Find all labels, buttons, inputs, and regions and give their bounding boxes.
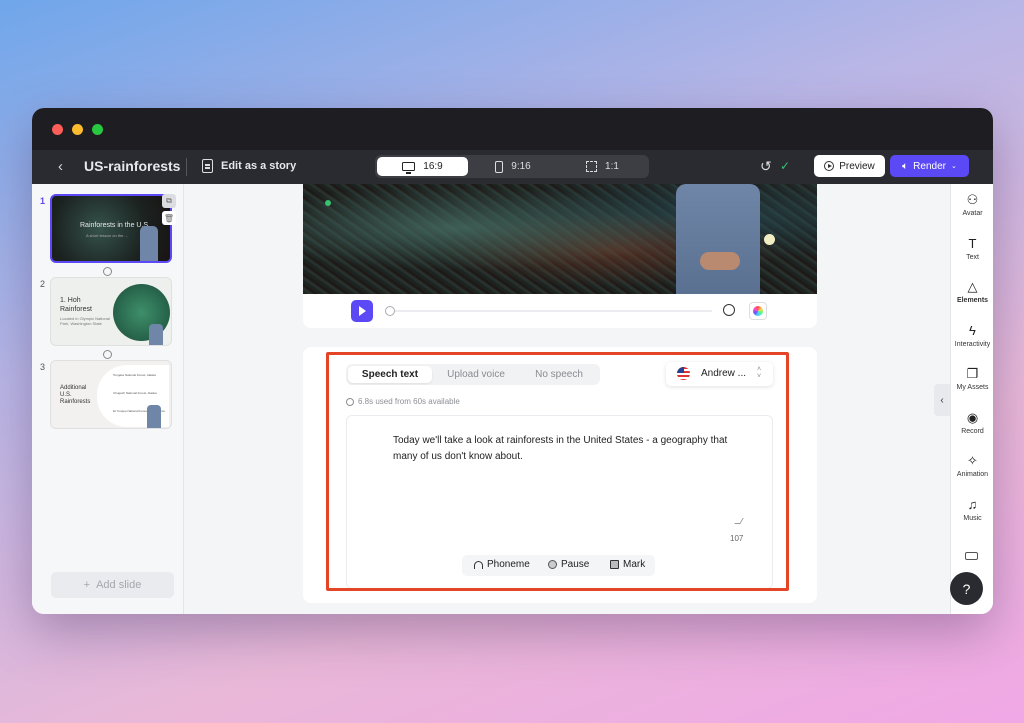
preview-label: Preview bbox=[839, 160, 875, 172]
keyboard-icon[interactable] bbox=[965, 552, 978, 560]
play-circle-icon bbox=[824, 161, 835, 171]
ratio-9-16-button[interactable]: 9:16 bbox=[468, 157, 558, 176]
ratio-1-1-button[interactable]: 1:1 bbox=[558, 157, 647, 176]
assets-icon: ❐ bbox=[966, 366, 979, 381]
slide-number: 3 bbox=[40, 362, 46, 372]
tool-label: Music bbox=[963, 515, 982, 522]
timer-icon[interactable] bbox=[723, 304, 735, 316]
slides-panel: 1 Rainforests in the U.S. A short lesson… bbox=[32, 184, 184, 614]
record-icon: ◉ bbox=[966, 410, 979, 425]
clipboard-icon[interactable] bbox=[202, 159, 213, 173]
saved-check-icon: ✓ bbox=[780, 159, 791, 173]
decor-dot bbox=[325, 200, 331, 206]
player-controls bbox=[303, 294, 817, 328]
highlight-box bbox=[326, 352, 789, 591]
slide-number: 2 bbox=[40, 279, 46, 289]
title-bar bbox=[32, 108, 993, 150]
trash-icon[interactable]: 🗑︎ bbox=[162, 211, 176, 225]
minimize-window-button[interactable] bbox=[72, 124, 83, 135]
tool-animation[interactable]: ✧ Animation bbox=[951, 453, 993, 478]
avatar bbox=[147, 405, 161, 428]
slide-subtitle: A short lesson on the ... bbox=[86, 233, 128, 238]
tool-my-assets[interactable]: ❐ My Assets bbox=[951, 366, 993, 391]
add-slide-button[interactable]: + Add slide bbox=[51, 572, 174, 598]
timeline-knob[interactable] bbox=[385, 306, 395, 316]
timeline-track[interactable] bbox=[387, 310, 712, 312]
person-icon: ⚇ bbox=[966, 192, 979, 207]
music-icon: ♫ bbox=[967, 497, 978, 512]
tool-interactivity[interactable]: ϟ Interactivity bbox=[951, 323, 993, 348]
tool-avatar[interactable]: ⚇ Avatar bbox=[951, 192, 993, 217]
collapse-panel-button[interactable]: ‹ bbox=[934, 384, 950, 416]
phone-icon bbox=[495, 160, 504, 173]
transition-icon[interactable] bbox=[103, 350, 112, 359]
sparkle-icon: ✧ bbox=[967, 453, 978, 468]
slide-title: 1. Hoh Rainforest bbox=[60, 297, 92, 313]
project-title[interactable]: US-rainforests bbox=[84, 158, 180, 174]
transition-icon[interactable] bbox=[103, 267, 112, 276]
plus-icon: + bbox=[83, 579, 91, 591]
tool-label: Elements bbox=[956, 297, 989, 304]
slide-preview[interactable] bbox=[303, 184, 817, 294]
render-button[interactable]: 🔈︎ Render ⌄ bbox=[890, 155, 969, 177]
toolbar-divider bbox=[186, 158, 187, 176]
ratio-label: 16:9 bbox=[423, 161, 443, 172]
chevron-left-icon[interactable]: ‹ bbox=[58, 158, 63, 175]
shapes-icon: △ bbox=[967, 279, 978, 294]
avatar bbox=[140, 226, 158, 261]
tool-label: Record bbox=[961, 428, 984, 435]
avatar-hands bbox=[700, 252, 740, 270]
help-button[interactable]: ? bbox=[950, 572, 983, 605]
tool-elements[interactable]: △ Elements bbox=[951, 279, 993, 304]
slide-subtitle: Located in Olympic National Park, Washin… bbox=[60, 316, 110, 326]
edit-as-story-button[interactable]: Edit as a story bbox=[221, 160, 296, 172]
preview-button[interactable]: Preview bbox=[814, 155, 885, 177]
slide-number: 1 bbox=[40, 196, 46, 206]
slide-thumbnail-3[interactable]: Additional U.S. Rainforests Tongass Nati… bbox=[50, 360, 172, 429]
slide-actions: ⧉ 🗑︎ bbox=[162, 194, 178, 228]
tool-label: Avatar bbox=[962, 210, 983, 217]
duplicate-icon[interactable]: ⧉ bbox=[162, 194, 176, 208]
tool-label: Animation bbox=[956, 471, 989, 478]
text-icon: T bbox=[968, 236, 977, 251]
top-toolbar: ‹ US-rainforests Edit as a story 16:9 9:… bbox=[32, 150, 993, 184]
speaker-icon: 🔈︎ bbox=[902, 160, 909, 172]
render-label: Render bbox=[913, 160, 946, 172]
ratio-label: 9:16 bbox=[511, 161, 531, 172]
bullet-item: Chugach National Forest, Alaska bbox=[113, 391, 157, 395]
tool-label: Text bbox=[966, 254, 979, 261]
tool-label: Interactivity bbox=[954, 341, 991, 348]
avatar bbox=[149, 324, 163, 345]
slide-thumbnail-2[interactable]: 1. Hoh Rainforest Located in Olympic Nat… bbox=[50, 277, 172, 346]
color-wheel-icon[interactable] bbox=[749, 302, 767, 320]
slide-title: Additional U.S. Rainforests bbox=[60, 385, 91, 405]
video-canvas bbox=[303, 184, 817, 328]
undo-icon[interactable]: ↺ bbox=[760, 158, 772, 175]
monitor-icon bbox=[402, 162, 416, 174]
tool-music[interactable]: ♫ Music bbox=[951, 497, 993, 522]
play-button[interactable] bbox=[351, 300, 373, 322]
avatar[interactable] bbox=[668, 184, 768, 294]
right-toolbar: ⚇ Avatar T Text △ Elements ϟ Interactivi… bbox=[950, 184, 993, 614]
slide-thumbnail-1[interactable]: Rainforests in the U.S. A short lesson o… bbox=[50, 194, 172, 263]
decor-dot bbox=[764, 234, 775, 245]
aspect-ratio-selector: 16:9 9:16 1:1 bbox=[375, 155, 649, 178]
app-window: ‹ US-rainforests Edit as a story 16:9 9:… bbox=[32, 108, 993, 614]
ratio-16-9-button[interactable]: 16:9 bbox=[377, 157, 468, 176]
tool-text[interactable]: T Text bbox=[951, 236, 993, 261]
chevron-down-icon: ⌄ bbox=[950, 163, 957, 170]
maximize-window-button[interactable] bbox=[92, 124, 103, 135]
bolt-icon: ϟ bbox=[969, 323, 976, 338]
close-window-button[interactable] bbox=[52, 124, 63, 135]
tool-record[interactable]: ◉ Record bbox=[951, 410, 993, 435]
tool-label: My Assets bbox=[956, 384, 989, 391]
square-icon bbox=[586, 161, 598, 172]
ratio-label: 1:1 bbox=[605, 161, 619, 172]
add-slide-label: Add slide bbox=[96, 579, 142, 591]
avatar-body bbox=[676, 184, 760, 294]
bullet-item: Tongass National Forest, Alaska bbox=[113, 373, 156, 377]
